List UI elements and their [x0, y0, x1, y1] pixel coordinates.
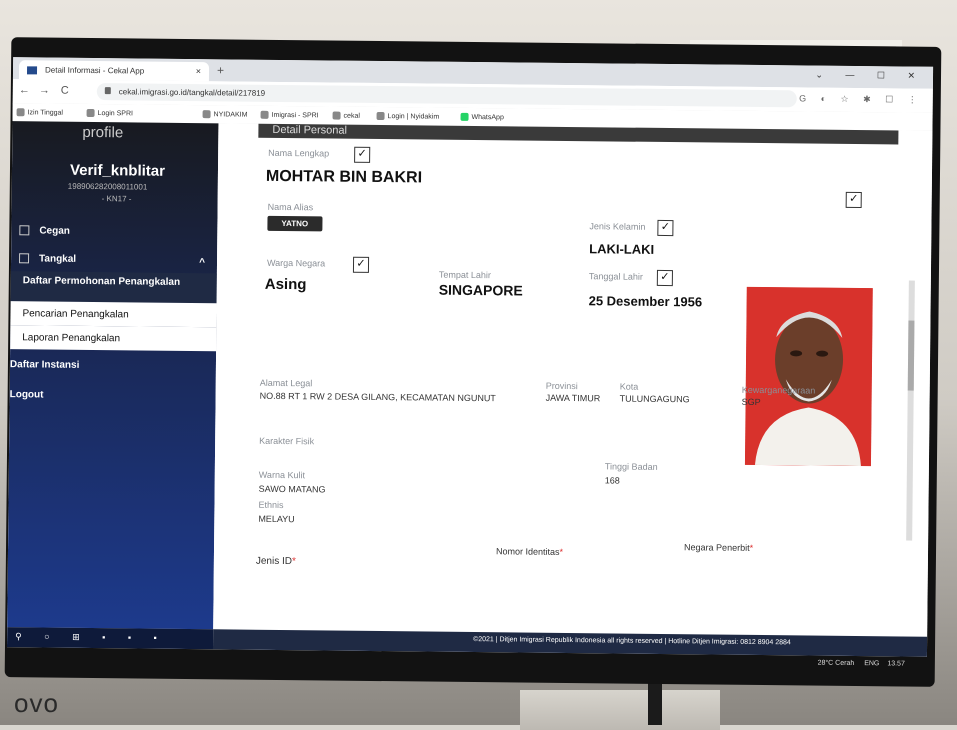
person-photo — [744, 286, 873, 467]
main-content: Detail Personal Nama Lengkap ✓ MOHTAR BI… — [213, 123, 933, 637]
jenis-id-label: Jenis ID* — [255, 555, 296, 568]
warga-negara-label: Warga Negara — [266, 257, 326, 269]
warna-kulit-value: SAWO MATANG — [258, 483, 326, 495]
whatsapp-icon — [460, 112, 469, 121]
kota-label: Kota — [619, 381, 639, 392]
photo-checkbox[interactable]: ✓ — [845, 191, 862, 209]
bookmark-login-nyidakim[interactable]: Login | Nyidakim — [376, 111, 440, 121]
sidebar-item-tangkal[interactable]: Tangkal ^ — [11, 253, 217, 269]
bookmark-icon — [16, 108, 25, 117]
tanggal-lahir-value: 25 Desember 1956 — [588, 293, 703, 310]
alamat-label: Alamat Legal — [259, 377, 313, 389]
screen: Detail Informasi - Cekal App × + ⌄ — ☐ ✕… — [6, 57, 934, 657]
user-nip: 198906282008011001 — [67, 181, 148, 192]
new-tab-button[interactable]: + — [217, 63, 224, 77]
provinsi-value: JAWA TIMUR — [545, 392, 601, 404]
sidebar-item-daftar-instansi[interactable]: Daftar Instansi — [10, 359, 216, 372]
person-photo-image — [744, 286, 873, 467]
bookmark-login-spri[interactable]: Login SPRI — [86, 108, 134, 118]
kewarganegaraan-label: Kewarganegaraan — [741, 384, 816, 396]
tab-title: Detail Informasi - Cekal App — [44, 65, 145, 76]
nama-lengkap-checkbox[interactable]: ✓ — [354, 146, 371, 163]
sidebar-heading: profile — [82, 123, 124, 142]
bookmark-icon — [260, 110, 269, 119]
sidebar-item-laporan[interactable]: Laporan Penangkalan — [10, 325, 217, 352]
weather-text[interactable]: 28°C Cerah — [818, 660, 855, 667]
sidebar-item-logout[interactable]: Logout — [10, 389, 216, 402]
alamat-value: NO.88 RT 1 RW 2 DESA GILANG, KECAMATAN N… — [259, 390, 496, 404]
browser-tab[interactable]: Detail Informasi - Cekal App × — [18, 60, 210, 82]
chevron-up-icon: ^ — [199, 257, 206, 269]
warga-negara-value: Asing — [264, 275, 307, 294]
bookmark-cekal[interactable]: cekal — [332, 111, 360, 120]
tinggi-badan-value: 168 — [604, 475, 620, 486]
desk-surface — [520, 690, 720, 730]
bookmark-whatsapp[interactable]: WhatsApp — [460, 112, 504, 121]
bookmark-icon — [332, 111, 341, 120]
provinsi-label: Provinsi — [545, 380, 578, 392]
tanggal-lahir-label: Tanggal Lahir — [588, 271, 644, 282]
extension-icons[interactable]: G ◐ ☆ ✱ ☐ ⋮ — [799, 93, 923, 105]
sidebar-item-daftar-permohonan[interactable]: Daftar Permohonan Penangkalan — [10, 271, 217, 304]
menu-icon — [19, 253, 30, 264]
lock-icon — [104, 87, 111, 95]
warna-kulit-label: Warna Kulit — [258, 469, 306, 481]
reload-icon[interactable]: C — [61, 85, 69, 97]
karakter-fisik-label: Karakter Fisik — [259, 435, 315, 447]
tempat-lahir-value: SINGAPORE — [438, 281, 523, 299]
bookmark-nyidakim[interactable]: NYIDAKIM — [202, 110, 248, 119]
back-arrow-icon[interactable]: ← — [19, 84, 30, 96]
system-tray: 28°C Cerah ENG 13.57 — [818, 660, 905, 668]
jenis-kelamin-checkbox[interactable]: ✓ — [657, 219, 674, 237]
tanggal-lahir-checkbox[interactable]: ✓ — [656, 269, 673, 287]
taskbar-start-area[interactable]: ⚲ ○ ⊞ ▪ ▪ ▪ — [6, 627, 214, 650]
language-indicator[interactable]: ENG — [864, 660, 879, 667]
monitor: Detail Informasi - Cekal App × + ⌄ — ☐ ✕… — [4, 37, 942, 687]
bookmark-icon — [376, 111, 385, 121]
nama-alias-label: Nama Alias — [267, 201, 314, 213]
username: Verif_knblitar — [69, 161, 166, 180]
nama-lengkap-label: Nama Lengkap — [268, 147, 330, 159]
sidebar-item-cegan[interactable]: Cegan — [11, 225, 217, 238]
bookmark-imigrasi-spri[interactable]: Imigrasi - SPRI — [260, 110, 319, 120]
kota-value: TULUNGAGUNG — [619, 393, 690, 405]
menu-icon — [19, 225, 30, 236]
tab-favicon-icon — [26, 66, 38, 75]
bookmark-izin-tinggal[interactable]: Izin Tinggal — [16, 108, 64, 117]
nomor-identitas-label: Nomor Identitas* — [495, 546, 564, 557]
nama-lengkap-value: MOHTAR BIN BAKRI — [265, 167, 423, 187]
window-controls[interactable]: ⌄ — ☐ ✕ — [815, 70, 925, 82]
tempat-lahir-label: Tempat Lahir — [438, 269, 491, 281]
user-unit: - KN17 - — [101, 194, 132, 204]
url-field[interactable]: cekal.imigrasi.go.id/tangkal/detail/2178… — [96, 83, 797, 108]
page-scrollbar[interactable] — [906, 280, 915, 541]
url-text: cekal.imigrasi.go.id/tangkal/detail/2178… — [118, 87, 266, 98]
negara-penerbit-label: Negara Penerbit* — [684, 542, 754, 553]
ethnis-label: Ethnis — [258, 499, 284, 511]
alias-chip: YATNO — [267, 215, 323, 232]
monitor-stand — [648, 680, 662, 725]
ethnis-value: MELAYU — [258, 513, 295, 525]
forward-arrow-icon[interactable]: → — [39, 84, 50, 96]
monitor-brand-logo: ovo — [14, 688, 59, 718]
jenis-kelamin-label: Jenis Kelamin — [589, 221, 646, 232]
tinggi-badan-label: Tinggi Badan — [604, 461, 658, 472]
tab-close-icon[interactable]: × — [196, 66, 201, 76]
bookmark-icon — [202, 110, 211, 119]
sidebar-item-pencarian[interactable]: Pencarian Penangkalan — [10, 301, 217, 328]
sidebar: profile Verif_knblitar 19890628200801100… — [7, 121, 219, 630]
bookmark-icon — [86, 108, 95, 118]
jenis-kelamin-value: LAKI-LAKI — [589, 241, 655, 257]
footer-text: ©2021 | Ditjen Imigrasi Republik Indones… — [473, 636, 791, 647]
warga-negara-checkbox[interactable]: ✓ — [352, 256, 370, 273]
clock[interactable]: 13.57 — [887, 660, 905, 667]
kewarganegaraan-value: SGP — [741, 396, 761, 408]
